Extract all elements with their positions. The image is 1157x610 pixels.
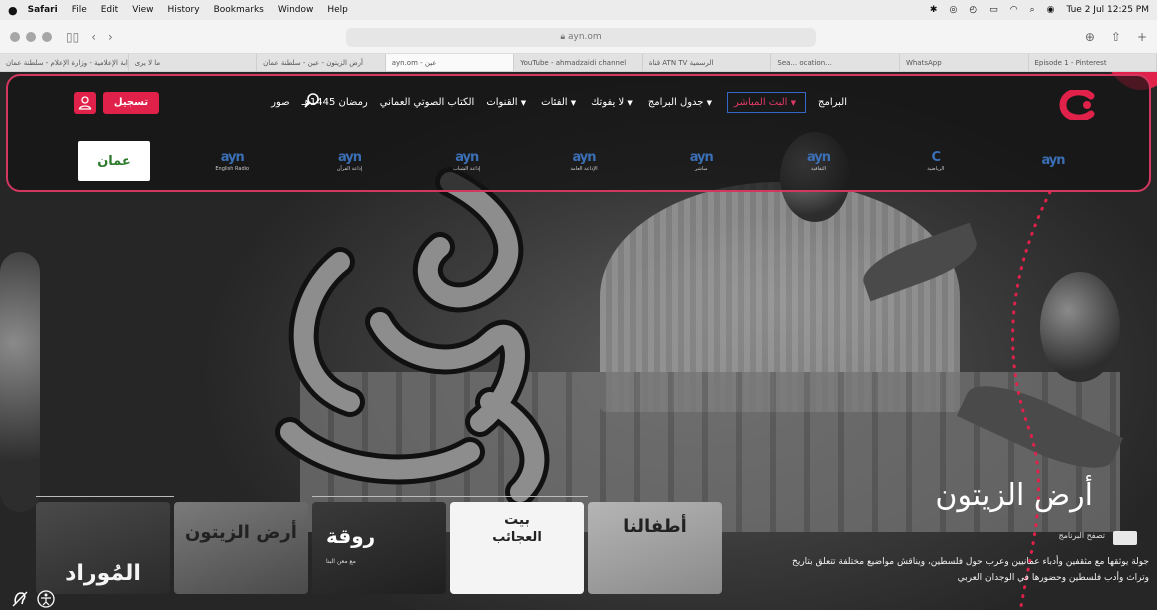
caret-down-icon: ▼	[706, 99, 713, 107]
accessibility-tools	[10, 590, 56, 608]
browser-tab[interactable]: Episode 1 - Pinterest	[1029, 54, 1157, 71]
browser-toolbar: ▯▯ ‹ › 🔒︎ ayn.om ⊕ ⇧ +	[0, 20, 1157, 54]
thumbnail-title: بيت	[504, 512, 530, 528]
nav-channels[interactable]: القنوات ▼	[486, 97, 529, 108]
nav-live[interactable]: البث المباشر ▼	[727, 92, 807, 113]
channel-logo[interactable]: ayn الثقافية	[784, 143, 854, 179]
control-center-icon[interactable]: ◎	[949, 5, 957, 15]
address-bar[interactable]: 🔒︎ ayn.om	[346, 28, 816, 47]
minimize-window-button[interactable]	[26, 31, 36, 42]
time-machine-icon[interactable]: ◴	[969, 5, 977, 15]
channel-logo[interactable]: C الرياضية	[901, 143, 971, 179]
apple-icon[interactable]: ●	[8, 4, 18, 17]
channel-logo[interactable]: ayn إذاعة القرآن	[315, 143, 385, 179]
dotted-line-decoration	[1011, 192, 1052, 610]
channel-logo-oman[interactable]: عمان	[78, 141, 150, 181]
browser-tab-active[interactable]: ayn.om - عين	[385, 54, 515, 71]
new-tab-icon[interactable]: +	[1137, 30, 1147, 44]
menu-file[interactable]: File	[72, 5, 87, 15]
ayn-logo[interactable]	[1057, 90, 1101, 120]
nav-schedule[interactable]: جدول البرامج ▼	[648, 97, 715, 108]
nav-photos[interactable]: صور	[271, 97, 290, 108]
channel-logo[interactable]: ayn الإذاعة العامة	[549, 143, 619, 179]
divider	[36, 496, 174, 497]
program-thumbnail[interactable]: روقة مع معن البنا	[312, 502, 446, 594]
menu-app[interactable]: Safari	[28, 5, 58, 15]
program-badge-icon[interactable]	[1113, 531, 1137, 545]
browser-tab[interactable]: البوابة الإعلامية - وزارة الإعلام - سلطن…	[0, 54, 129, 71]
nav-categories[interactable]: الفئات ▼	[541, 97, 579, 108]
program-carousel: المُوراد أرض الزيتون روقة مع معن البنا ب…	[36, 502, 722, 594]
browser-tab[interactable]: أرض الزيتون - عين - سلطنة عمان	[257, 54, 386, 71]
nav-audiobook[interactable]: الكتاب الصوتي العماني	[380, 97, 475, 108]
program-thumbnail[interactable]: أطفالنا	[588, 502, 722, 594]
program-thumbnail[interactable]: بيت العجائب	[450, 502, 584, 594]
share-icon[interactable]: ⇧	[1111, 30, 1121, 44]
nav-dont-miss[interactable]: لا يفوتك ▼	[591, 97, 636, 108]
program-thumbnail[interactable]: المُوراد	[36, 502, 170, 594]
menu-history[interactable]: History	[168, 5, 200, 15]
divider	[312, 496, 588, 497]
olive-decoration	[0, 252, 40, 512]
webpage: البرامج البث المباشر ▼ جدول البرامج ▼ لا…	[0, 72, 1157, 610]
download-icon[interactable]: ⊕	[1085, 30, 1095, 44]
thumbnail-title: أرض الزيتون	[185, 522, 297, 543]
menubar-clock[interactable]: Tue 2 Jul 12:25 PM	[1066, 5, 1149, 15]
accessibility-icon[interactable]	[36, 590, 56, 608]
menu-help[interactable]: Help	[327, 5, 348, 15]
back-icon[interactable]: ‹	[91, 30, 96, 44]
register-button[interactable]: تسجيل	[103, 92, 159, 114]
bluetooth-icon[interactable]: ✱	[930, 5, 938, 15]
siri-icon[interactable]: ◉	[1047, 5, 1055, 15]
main-nav: البرامج البث المباشر ▼ جدول البرامج ▼ لا…	[271, 92, 847, 113]
thumbnail-title: أطفالنا	[623, 516, 687, 537]
thumbnail-title-line2: العجائب	[492, 530, 542, 545]
program-thumbnail[interactable]: أرض الزيتون	[174, 502, 308, 594]
browser-tab[interactable]: قناة ATN TV الرسمية	[643, 54, 772, 71]
channel-logo[interactable]: ayn English Radio	[197, 143, 267, 179]
sidebar-toggle-icon[interactable]: ▯▯	[66, 30, 79, 44]
search-icon[interactable]	[304, 92, 320, 108]
macos-menubar: ● Safari File Edit View History Bookmark…	[0, 0, 1157, 20]
display-icon[interactable]: ▭	[989, 5, 998, 15]
browse-program-link[interactable]: تصفح البرنامج	[1058, 531, 1105, 540]
show-title: أرض الزيتون	[935, 478, 1093, 513]
caret-down-icon: ▼	[520, 99, 527, 107]
show-calligraphy-logo	[275, 167, 550, 507]
caret-down-icon: ▼	[570, 99, 577, 107]
menu-edit[interactable]: Edit	[101, 5, 118, 15]
forward-icon[interactable]: ›	[108, 30, 113, 44]
browser-tab[interactable]: Sea... ocation...	[771, 54, 900, 71]
browser-tab[interactable]: ما لا يرى	[129, 54, 258, 71]
caret-down-icon: ▼	[790, 99, 797, 107]
user-icon	[78, 96, 92, 110]
show-description: جولة يوثقها مع مثقفين وأدباء عمانيين وعر…	[792, 557, 1149, 583]
lock-icon: 🔒︎	[560, 32, 568, 42]
site-header: البرامج البث المباشر ▼ جدول البرامج ▼ لا…	[6, 74, 1151, 192]
menu-view[interactable]: View	[132, 5, 153, 15]
close-window-button[interactable]	[10, 31, 20, 42]
window-controls	[10, 31, 52, 42]
browser-tab[interactable]: YouTube - ahmadzaidi channel	[514, 54, 643, 71]
spotlight-icon[interactable]: ⌕	[1030, 5, 1035, 15]
caret-down-icon: ▼	[627, 99, 633, 107]
tab-bar: البوابة الإعلامية - وزارة الإعلام - سلطن…	[0, 54, 1157, 72]
thumbnail-title: روقة	[326, 524, 376, 548]
channel-logo[interactable]: ayn مباشر	[666, 143, 736, 179]
wifi-icon[interactable]: ◠	[1010, 5, 1018, 15]
channel-logo[interactable]: ayn إذاعة الشباب	[432, 143, 502, 179]
user-account-button[interactable]	[74, 92, 96, 114]
browser-tab[interactable]: WhatsApp	[900, 54, 1029, 71]
thumbnail-subtitle: مع معن البنا	[326, 558, 356, 565]
nav-programs[interactable]: البرامج	[818, 97, 847, 108]
channel-logo[interactable]: ayn	[1018, 143, 1088, 179]
address-text: ayn.om	[567, 32, 602, 42]
thumbnail-title: المُوراد	[65, 561, 141, 586]
menu-window[interactable]: Window	[278, 5, 314, 15]
channel-strip: ayn C الرياضية ayn الثقافية ayn مباشر ayn ال…	[48, 138, 1088, 184]
hearing-icon[interactable]	[10, 590, 30, 608]
zoom-window-button[interactable]	[42, 31, 52, 42]
menu-bookmarks[interactable]: Bookmarks	[214, 5, 264, 15]
